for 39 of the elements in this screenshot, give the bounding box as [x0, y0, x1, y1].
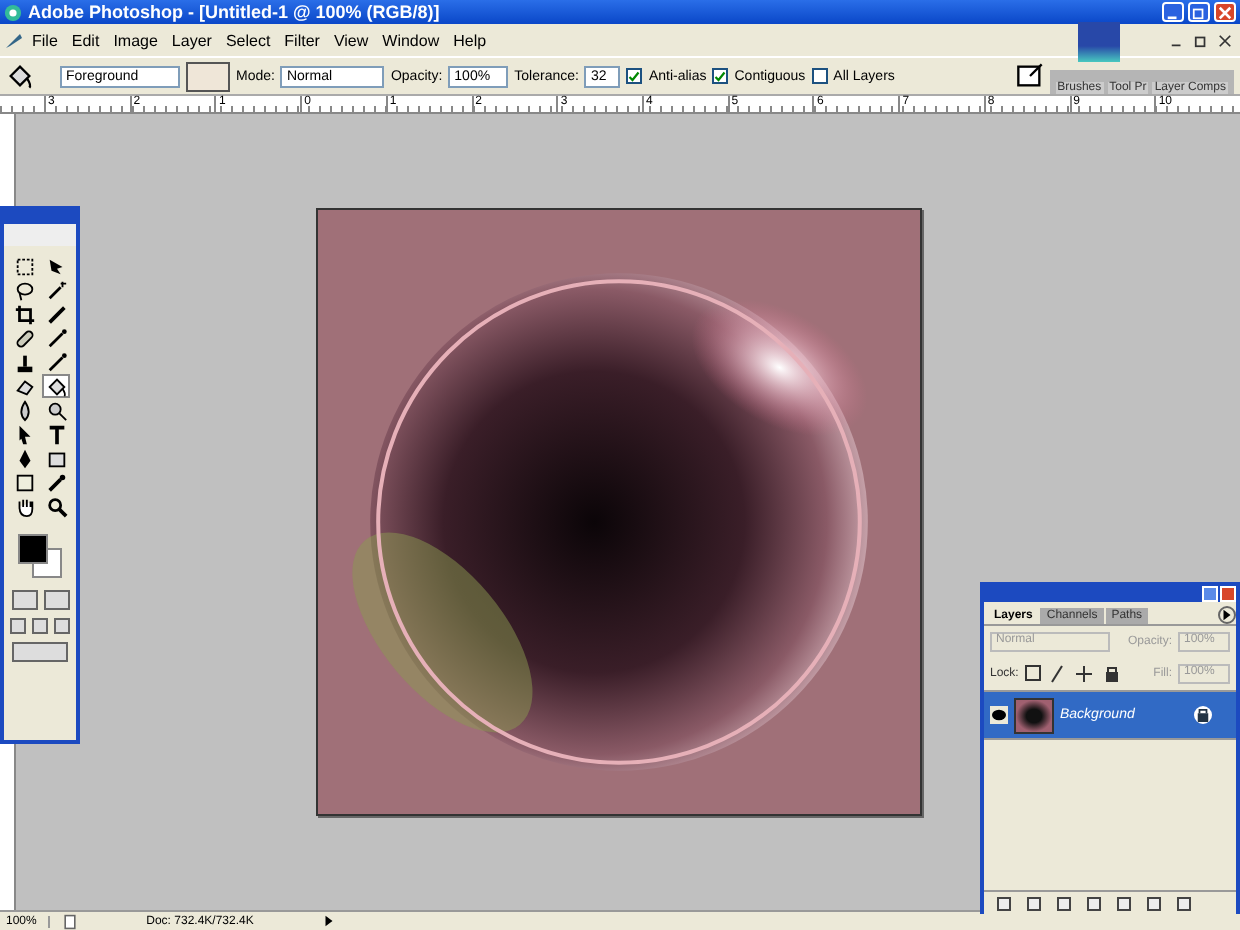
thumbnail-overlay	[1077, 22, 1120, 62]
bucket-tool-button[interactable]	[42, 374, 70, 398]
menu-item[interactable]: View	[333, 31, 369, 49]
eye-icon[interactable]	[990, 706, 1008, 724]
menu-item[interactable]: Window	[382, 31, 440, 49]
crop-tool-button[interactable]	[10, 302, 38, 326]
checkbox[interactable]	[626, 68, 643, 84]
layer-thumbnail	[1014, 697, 1054, 733]
lock-options-drawing[interactable]	[1024, 664, 1121, 684]
menu-item[interactable]: Layer	[171, 31, 212, 49]
foreground-color-swatch[interactable]	[18, 534, 48, 564]
checkbox[interactable]	[811, 68, 828, 84]
palette-browser-icon[interactable]	[1015, 62, 1044, 90]
minimize-button[interactable]	[1202, 586, 1218, 602]
menu-item[interactable]: File	[32, 31, 58, 49]
play-icon[interactable]	[322, 914, 336, 928]
document-icon	[62, 913, 78, 929]
menu-item[interactable]: Edit	[71, 31, 100, 49]
window-title: Adobe Photoshop - [Untitled-1 @ 100% (RGB/8)]	[28, 2, 442, 22]
minimize-button[interactable]	[1162, 2, 1184, 22]
pattern-swatch[interactable]	[186, 61, 230, 91]
quick-mask-button[interactable]	[43, 590, 69, 610]
menu-item[interactable]: Select	[225, 31, 271, 49]
close-icon[interactable]	[1218, 33, 1232, 47]
menu-item[interactable]: Help	[453, 31, 487, 49]
maximize-button[interactable]	[1188, 2, 1210, 22]
close-button[interactable]	[1220, 586, 1236, 602]
checkbox[interactable]	[712, 68, 729, 84]
zoom-tool-button[interactable]	[42, 494, 70, 518]
menu-item[interactable]: Image	[113, 31, 158, 49]
standard-mode-button[interactable]	[11, 590, 37, 610]
panel-menu-button[interactable]	[1218, 606, 1236, 624]
toolbox-header	[4, 210, 76, 246]
close-button[interactable]	[1214, 2, 1236, 22]
close-icon	[1218, 5, 1232, 19]
menu-item[interactable]: Filter	[284, 31, 320, 49]
app-icon	[4, 3, 22, 21]
jump-to-imageready-button[interactable]	[12, 642, 68, 662]
feather-icon	[4, 30, 24, 50]
